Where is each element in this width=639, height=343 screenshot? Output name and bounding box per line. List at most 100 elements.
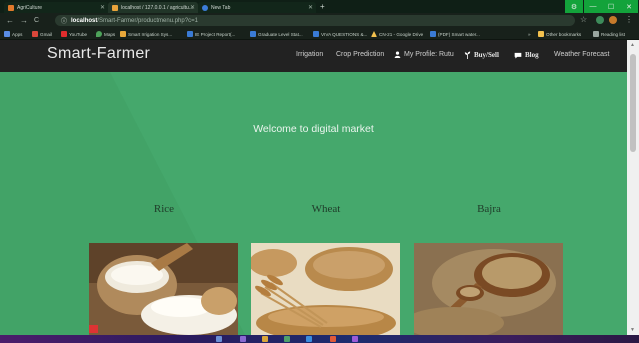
taskbar-app-icon[interactable] [352,336,358,342]
tab-title: localhost / 127.0.0.1 / agricultu... [121,4,193,11]
brand-logo-text[interactable]: Smart-Farmer [47,45,150,63]
product-image-rice[interactable] [89,243,238,335]
bookmark-favicon-icon [120,31,126,37]
browser-tab-localhost[interactable]: localhost / 127.0.0.1 / agricultu... ✕ [108,2,198,13]
nav-irrigation[interactable]: Irrigation [296,51,323,58]
taskbar-app-icon[interactable] [262,336,268,342]
site-navbar: Smart-Farmer Irrigation Crop Prediction … [0,40,627,72]
bookmark-other[interactable]: Other bookmarks [538,30,581,38]
close-tab-icon[interactable]: ✕ [100,4,105,11]
bookmark-label: Apps [12,31,23,37]
scrollbar-thumb[interactable] [630,54,636,152]
browser-tab-agriculture[interactable]: AgriCulture ✕ [4,2,108,13]
nav-crop-prediction[interactable]: Crop Prediction [336,51,384,58]
nav-buy-sell[interactable]: Buy/Sell [464,51,499,59]
bookmark-smart-irrigation[interactable]: Smart Irrigation Sys... [120,30,172,38]
maps-pin-icon [96,31,102,37]
bookmark-star-icon[interactable]: ☆ [580,15,587,24]
bookmarks-overflow[interactable]: » [528,30,531,38]
browser-menu-icon[interactable]: ⋮ [625,15,633,24]
nav-label: Crop Prediction [336,51,385,58]
profile-avatar[interactable] [609,16,617,24]
browser-tab-new-tab[interactable]: New Tab ✕ [198,2,316,13]
product-image-bajra[interactable] [414,243,563,335]
extension-icon[interactable] [596,16,604,24]
bookmark-label: Other bookmarks [546,31,582,37]
plant-icon [464,51,471,59]
gear-icon[interactable]: ⚙ [565,0,583,13]
taskbar-app-icon[interactable] [306,336,312,342]
page-scrollbar[interactable]: ▲ ▼ [627,40,639,335]
folder-icon [538,31,544,37]
bookmark-label: Smart Irrigation Sys... [128,31,173,37]
wheat-illustration [251,243,400,335]
rice-sack-illustration [89,243,238,335]
bookmark-label: YouTube [69,31,88,37]
reading-list-icon [593,31,599,37]
bajra-illustration [414,243,563,335]
bookmark-label: IE Project Report(... [195,31,236,37]
bookmark-graduate-stat[interactable]: Graduate Level Stat... [250,30,303,38]
close-window-button[interactable]: ✕ [620,0,638,13]
scroll-down-icon[interactable]: ▼ [630,327,635,333]
youtube-icon [61,31,67,37]
taskbar-app-icon[interactable] [330,336,336,342]
new-tab-button[interactable]: + [320,2,325,11]
bookmark-label: CN-21 - Google Drive [379,31,424,37]
url-path: /Smart-Farmer/productmenu.php?c=1 [97,17,198,24]
bookmark-label: Graduate Level Stat... [258,31,303,37]
reload-icon[interactable]: C [34,16,39,25]
bookmark-viva-questions[interactable]: VIVA QUESTIONS &... [313,30,367,38]
tab-title: New Tab [211,4,231,11]
taskbar-app-icon[interactable] [284,336,290,342]
favicon-icon [8,4,14,11]
bookmark-youtube[interactable]: YouTube [61,30,87,38]
minimize-button[interactable]: — [584,0,602,13]
bookmark-label: Maps [104,31,116,37]
bookmark-reading-list[interactable]: Reading list [593,30,625,38]
maximize-button[interactable]: ☐ [602,0,620,13]
bookmarks-bar: Apps Gmail YouTube Maps Smart Irrigation… [0,28,639,40]
bookmark-pdf-smart-water[interactable]: (PDF) Smart water... [430,30,480,38]
product-image-wheat[interactable] [251,243,400,335]
favicon-icon [112,4,118,11]
nav-label: Blog [525,51,539,59]
product-name-wheat: Wheat [311,203,341,215]
favicon-icon [202,4,208,11]
info-icon: ⓘ [61,19,68,25]
apps-grid-icon [4,31,10,37]
forward-arrow-icon[interactable]: → [20,16,28,25]
bookmark-ie-project[interactable]: IE Project Report(... [187,30,235,38]
gmail-icon [32,31,38,37]
bookmark-label: VIVA QUESTIONS &... [321,31,368,37]
nav-label: Buy/Sell [474,51,499,59]
bookmark-apps[interactable]: Apps [4,30,22,38]
comment-icon [514,52,522,58]
close-tab-icon[interactable]: ✕ [308,4,313,11]
os-taskbar [0,335,639,343]
drive-icon [371,31,377,37]
nav-label: Weather Forecast [554,51,610,58]
bookmark-label: (PDF) Smart water... [438,31,480,37]
nav-my-profile[interactable]: My Profile: Rutu [394,51,454,58]
user-icon [394,51,401,58]
url-host: localhost [71,17,98,24]
bookmark-gmail[interactable]: Gmail [32,30,52,38]
bookmark-label: Reading list [601,31,626,37]
tab-title: AgriCulture [17,4,43,11]
scroll-up-icon[interactable]: ▲ [630,42,635,48]
market-content: Welcome to digital market Rice Wheat Baj… [0,72,627,335]
doc-icon [187,31,193,37]
product-name-bajra: Bajra [477,203,501,215]
bookmark-maps[interactable]: Maps [96,30,115,38]
nav-weather-forecast[interactable]: Weather Forecast [554,51,610,58]
nav-blog[interactable]: Blog [514,51,539,59]
bookmark-google-drive[interactable]: CN-21 - Google Drive [371,30,423,38]
doc-icon [250,31,256,37]
close-tab-icon[interactable]: ✕ [190,4,195,11]
nav-label: Irrigation [296,51,324,58]
url-input[interactable]: ⓘ localhost /Smart-Farmer/productmenu.ph… [55,15,575,26]
taskbar-app-icon[interactable] [240,336,246,342]
back-arrow-icon[interactable]: ← [6,16,14,25]
taskbar-app-icon[interactable] [216,336,222,342]
